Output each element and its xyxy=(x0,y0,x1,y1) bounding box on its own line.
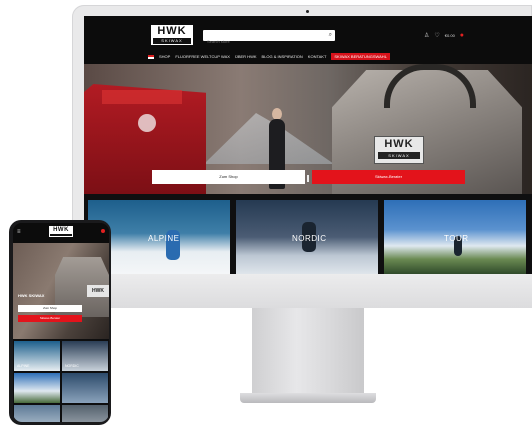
mobile-shop-button[interactable]: Zum Shop xyxy=(18,305,82,312)
mobile-screen: ≡ HWK HWK HWK SKIWAX Zum Shop Skiwax-Ber… xyxy=(13,223,109,422)
wax-advisor-button[interactable]: Skiwax-Berater xyxy=(312,170,465,184)
account-icon[interactable]: ♙ xyxy=(424,32,429,39)
category-tile-nordic[interactable]: NORDIC xyxy=(236,200,378,274)
camera-dot xyxy=(306,10,309,13)
mobile-tile-nordic[interactable]: NORDIC xyxy=(62,341,108,371)
nav-item-wax-advisor[interactable]: SKIWAX BERATUNGSWAHL xyxy=(331,53,390,60)
mobile-header: ≡ HWK xyxy=(13,223,109,243)
tile-label-tour: TOUR xyxy=(444,234,469,243)
tile-label-nordic: NORDIC xyxy=(292,234,327,243)
imac-stand xyxy=(252,308,364,394)
logo-subtext: SKIWAX xyxy=(153,38,191,44)
nav-item-contact[interactable]: KONTAKT xyxy=(308,54,327,59)
mobile-logo-text: HWK xyxy=(53,227,69,233)
category-tile-tour[interactable]: TOUR xyxy=(384,200,526,274)
slider-indicator[interactable] xyxy=(307,175,309,182)
hwk-logo[interactable]: HWK SKIWAX xyxy=(151,25,193,45)
tent-stripe xyxy=(102,90,182,104)
mobile-wax-advisor-button[interactable]: Skiwax-Berater xyxy=(18,315,82,322)
mobile-tile-label: ALPINE xyxy=(17,364,30,368)
mobile-tile[interactable] xyxy=(14,405,60,422)
waxer-logo-text: HWK xyxy=(384,138,414,150)
search-bar: ⌕ xyxy=(203,30,335,47)
mobile-logo-bar xyxy=(50,234,72,236)
menu-icon[interactable]: ≡ xyxy=(17,229,21,235)
shop-button[interactable]: Zum Shop xyxy=(152,170,305,184)
main-nav: SHOP FLUORFREE WELTCUP WAX ÜBER HWK BLOG… xyxy=(148,52,390,61)
tent-badge xyxy=(138,114,156,132)
site-header: HWK SKIWAX ⌕ ♙ ♡ €0.00 ● SHOP FLUORFREE … xyxy=(84,16,532,64)
search-input[interactable] xyxy=(203,36,317,47)
mobile-cart-icon[interactable] xyxy=(101,229,105,233)
language-flag-icon[interactable] xyxy=(148,54,154,59)
cart-total: €0.00 xyxy=(444,32,455,38)
waxer-logo-subtext: SKIWAX xyxy=(378,152,420,159)
logo-text: HWK xyxy=(157,25,187,37)
imac-stand-foot xyxy=(240,393,376,403)
nav-item-about[interactable]: ÜBER HWK xyxy=(235,54,257,59)
tile-label-alpine: ALPINE xyxy=(148,234,180,243)
mobile-tile-alpine[interactable]: ALPINE xyxy=(14,341,60,371)
nav-item-blog[interactable]: BLOG & INSPIRATION xyxy=(262,54,303,59)
mobile-waxer-logo: HWK xyxy=(87,285,109,297)
nav-item-shop[interactable]: SHOP xyxy=(159,54,170,59)
mobile-tile[interactable] xyxy=(62,405,108,422)
wishlist-icon[interactable]: ♡ xyxy=(434,32,439,39)
imac-chin xyxy=(72,274,532,308)
mobile-tile[interactable] xyxy=(14,373,60,403)
desktop-screen: HWK SKIWAX ⌕ ♙ ♡ €0.00 ● SHOP FLUORFREE … xyxy=(84,16,532,274)
header-icons: ♙ ♡ €0.00 ● xyxy=(424,30,464,40)
search-icon[interactable]: ⌕ xyxy=(329,32,332,39)
waxer-logo: HWK SKIWAX xyxy=(374,136,424,164)
nav-item-weltcup-wax[interactable]: FLUORFREE WELTCUP WAX xyxy=(175,54,230,59)
mobile-tile[interactable] xyxy=(62,373,108,403)
mobile-hero-title: HWK SKIWAX xyxy=(18,293,45,298)
cart-icon[interactable]: ● xyxy=(460,32,464,39)
mobile-tile-label: NORDIC xyxy=(65,364,79,368)
mobile-logo[interactable]: HWK xyxy=(49,226,73,237)
